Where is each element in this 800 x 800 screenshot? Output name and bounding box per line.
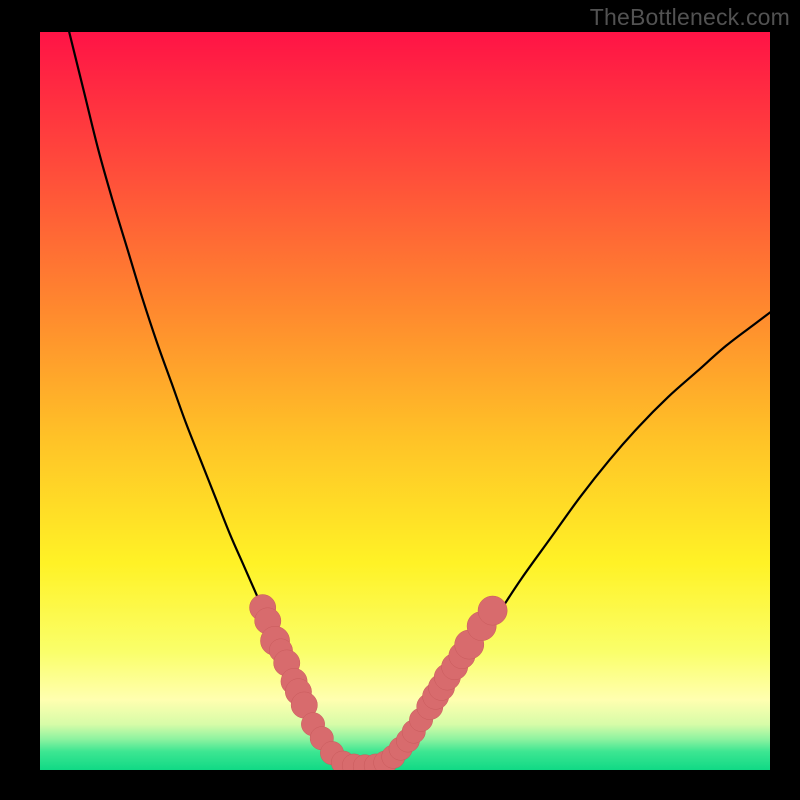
gradient-background [40, 32, 770, 770]
watermark-text: TheBottleneck.com [590, 4, 790, 31]
chart-frame: TheBottleneck.com [0, 0, 800, 800]
chart-svg [40, 32, 770, 770]
plot-area [40, 32, 770, 770]
marker-point [478, 596, 507, 625]
